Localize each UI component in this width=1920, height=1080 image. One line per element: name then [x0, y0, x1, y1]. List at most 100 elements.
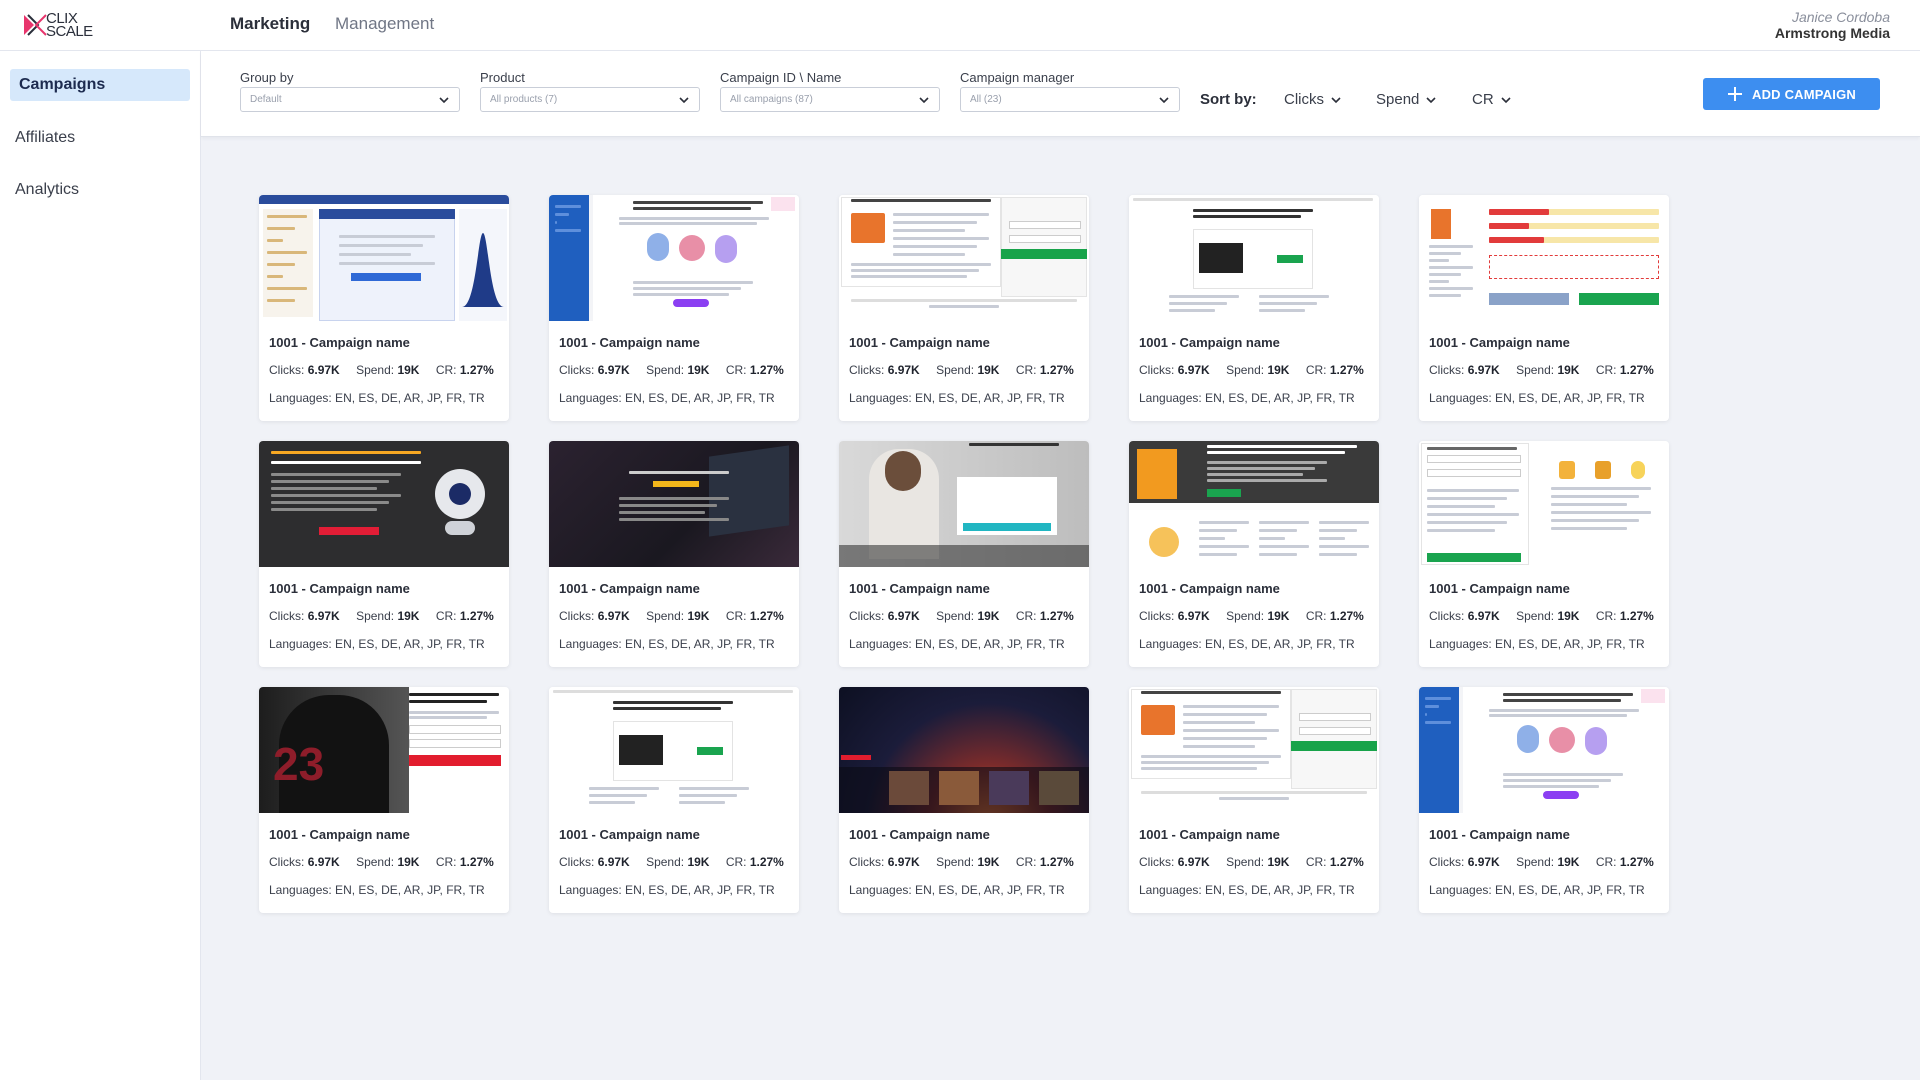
campaign-name: 1001 - Campaign name	[1429, 581, 1570, 596]
clicks-value: 6.97K	[1467, 363, 1500, 377]
tab-management[interactable]: Management	[335, 14, 434, 34]
campaign-languages: Languages: EN, ES, DE, AR, JP, FR, TR	[1139, 391, 1355, 405]
product-select[interactable]: All products (7)	[480, 87, 700, 112]
campaign-languages: Languages: EN, ES, DE, AR, JP, FR, TR	[269, 637, 485, 651]
campaign-name: 1001 - Campaign name	[1429, 335, 1570, 350]
sort-spend[interactable]: Spend	[1376, 91, 1437, 108]
campaign-card[interactable]: 1001 - Campaign name Clicks: 6.97K Spend…	[1419, 441, 1669, 667]
thumbnail-graphic	[633, 287, 741, 290]
thumbnail-graphic	[619, 504, 717, 507]
thumbnail-graphic	[1207, 479, 1327, 482]
campaign-select[interactable]: All campaigns (87)	[720, 87, 940, 112]
thumbnail-graphic	[1199, 545, 1249, 548]
thumbnail-graphic	[1427, 513, 1519, 516]
campaign-card[interactable]: 1001 - Campaign name Clicks: 6.97K Spend…	[839, 195, 1089, 421]
add-campaign-button[interactable]: ADD CAMPAIGN	[1703, 78, 1880, 110]
cr-label: CR:	[1015, 363, 1037, 377]
campaign-card[interactable]: 1001 - Campaign name Clicks: 6.97K Spend…	[1129, 687, 1379, 913]
thumbnail-graphic	[613, 701, 733, 704]
thumbnail-graphic	[271, 487, 377, 490]
thumbnail-graphic	[589, 801, 635, 804]
cr-value: 1.27%	[1039, 855, 1074, 869]
campaign-card[interactable]: 1001 - Campaign name Clicks: 6.97K Spend…	[1129, 441, 1379, 667]
clixscale-logo[interactable]: CLIX SCALE	[22, 10, 93, 40]
thumbnail-graphic	[1551, 519, 1639, 522]
group-by-select[interactable]: Default	[240, 87, 460, 112]
campaign-stats: Clicks: 6.97K Spend: 19K CR: 1.27%	[1429, 855, 1654, 869]
thumbnail-graphic	[893, 213, 989, 216]
thumbnail-graphic	[1259, 302, 1317, 305]
product-filter: Product All products (7)	[480, 70, 700, 112]
thumbnail-graphic	[1183, 729, 1279, 732]
cr-label: CR:	[725, 609, 747, 623]
campaign-card[interactable]: 1001 - Campaign name Clicks: 6.97K Spend…	[839, 687, 1089, 913]
manager-select[interactable]: All (23)	[960, 87, 1180, 112]
thumbnail-graphic	[697, 747, 723, 755]
thumbnail-graphic	[267, 263, 295, 266]
thumbnail-graphic	[619, 518, 729, 521]
cr-label: CR:	[435, 363, 457, 377]
clicks-label: Clicks:	[849, 363, 885, 377]
clicks-label: Clicks:	[559, 363, 595, 377]
sidebar-item-analytics[interactable]: Analytics	[10, 174, 190, 206]
sort-clicks[interactable]: Clicks	[1284, 91, 1342, 108]
thumbnail-graphic	[1169, 309, 1215, 312]
thumbnail-graphic	[1425, 697, 1451, 700]
campaign-card[interactable]: 1001 - Campaign name Clicks: 6.97K Spend…	[1419, 687, 1669, 913]
clicks-label: Clicks:	[1429, 363, 1465, 377]
thumbnail-graphic	[555, 213, 569, 216]
thumbnail-graphic	[893, 229, 965, 232]
thumbnail-graphic	[1429, 294, 1461, 297]
thumbnail-graphic	[1183, 713, 1267, 716]
thumbnail-graphic	[1199, 537, 1225, 540]
clicks-label: Clicks:	[1429, 609, 1465, 623]
thumbnail-graphic	[267, 239, 283, 242]
sidebar-item-affiliates[interactable]: Affiliates	[10, 122, 190, 154]
thumbnail-graphic	[989, 771, 1029, 805]
campaign-card[interactable]: 1001 - Campaign name Clicks: 6.97K Spend…	[549, 687, 799, 913]
thumbnail-graphic	[893, 245, 977, 248]
thumbnail-graphic	[339, 253, 411, 256]
campaign-card[interactable]: 1001 - Campaign name Clicks: 6.97K Spend…	[259, 441, 509, 667]
spend-label: Spend:	[356, 609, 395, 623]
thumbnail-graphic	[553, 690, 793, 693]
thumbnail-graphic: 23	[273, 738, 325, 790]
cr-label: CR:	[1305, 609, 1327, 623]
campaign-card[interactable]: 1001 - Campaign name Clicks: 6.97K Spend…	[259, 195, 509, 421]
thumbnail-graphic	[589, 794, 647, 797]
thumbnail-graphic	[613, 707, 721, 710]
tab-marketing[interactable]: Marketing	[230, 14, 310, 34]
campaign-card[interactable]: 23 1001 - Campaign name Clicks: 6.97K Sp…	[259, 687, 509, 913]
thumbnail-graphic	[271, 508, 377, 511]
campaign-stats: Clicks: 6.97K Spend: 19K CR: 1.27%	[269, 609, 494, 623]
thumbnail-graphic	[1183, 737, 1267, 740]
cr-label: CR:	[1015, 855, 1037, 869]
user-menu[interactable]: Janice Cordoba Armstrong Media	[1775, 9, 1890, 42]
thumbnail-graphic	[1551, 527, 1627, 530]
campaign-card[interactable]: 1001 - Campaign name Clicks: 6.97K Spend…	[839, 441, 1089, 667]
thumbnail-graphic	[1427, 497, 1507, 500]
spend-label: Spend:	[1516, 609, 1555, 623]
sidebar-item-campaigns[interactable]: Campaigns	[10, 69, 190, 101]
sort-cr[interactable]: CR	[1472, 91, 1512, 108]
campaign-card[interactable]: 1001 - Campaign name Clicks: 6.97K Spend…	[1419, 195, 1669, 421]
campaign-card[interactable]: 1001 - Campaign name Clicks: 6.97K Spend…	[549, 441, 799, 667]
thumbnail-graphic	[709, 445, 789, 537]
thumbnail-graphic	[1489, 209, 1549, 215]
campaign-stats: Clicks: 6.97K Spend: 19K CR: 1.27%	[1139, 363, 1364, 377]
thumbnail-graphic	[1001, 249, 1087, 259]
thumbnail-graphic	[1319, 553, 1357, 556]
thumbnail-graphic	[679, 787, 749, 790]
thumbnail-graphic	[1141, 691, 1281, 694]
thumbnail-graphic	[1169, 295, 1239, 298]
thumbnail-graphic	[1489, 709, 1639, 712]
thumbnail-graphic	[409, 755, 501, 766]
spend-label: Spend:	[1516, 855, 1555, 869]
campaign-card[interactable]: 1001 - Campaign name Clicks: 6.97K Spend…	[1129, 195, 1379, 421]
campaign-name: 1001 - Campaign name	[1429, 827, 1570, 842]
campaign-card[interactable]: 1001 - Campaign name Clicks: 6.97K Spend…	[549, 195, 799, 421]
clicks-value: 6.97K	[1177, 363, 1210, 377]
filter-bar: Group by Default Product All products (7…	[201, 51, 1920, 137]
campaign-languages: Languages: EN, ES, DE, AR, JP, FR, TR	[1139, 637, 1355, 651]
campaign-languages: Languages: EN, ES, DE, AR, JP, FR, TR	[849, 637, 1065, 651]
